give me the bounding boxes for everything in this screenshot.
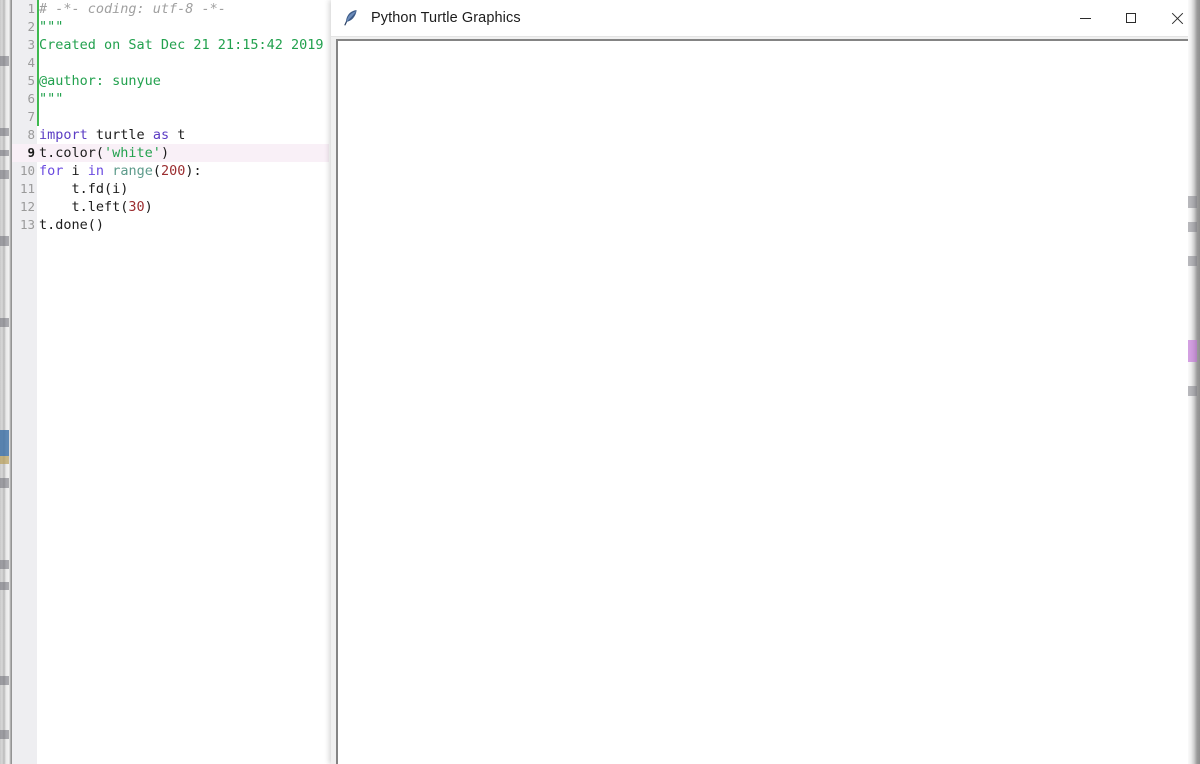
line-number: 5 xyxy=(27,73,35,88)
code-line[interactable]: 13 t.done() xyxy=(12,216,329,234)
line-number: 11 xyxy=(19,181,35,196)
code-line[interactable]: 2 """ xyxy=(12,18,329,36)
code-token: t.left( xyxy=(39,199,129,215)
code-token: turtle xyxy=(87,127,153,143)
maximize-icon xyxy=(1126,13,1136,23)
line-number: 7 xyxy=(27,109,35,124)
code-token: t.done() xyxy=(39,217,105,233)
code-line-text: """ xyxy=(39,18,63,36)
code-line[interactable]: 4 xyxy=(12,54,329,72)
turtle-canvas-frame xyxy=(336,39,1197,764)
code-token: Created on Sat Dec 21 21:15:42 2019 xyxy=(39,37,324,53)
code-token: @author: sunyue xyxy=(39,73,161,89)
code-line-text: t.color('white') xyxy=(39,144,169,162)
line-number: 6 xyxy=(27,91,35,106)
turtle-window-title: Python Turtle Graphics xyxy=(371,10,521,26)
code-line-text: Created on Sat Dec 21 21:15:42 2019 xyxy=(39,36,323,54)
line-number: 12 xyxy=(19,199,35,214)
code-line[interactable]: 8 import turtle as t xyxy=(12,126,329,144)
line-number: 1 xyxy=(27,1,35,16)
line-number: 3 xyxy=(27,37,35,52)
code-line[interactable]: 11 t.fd(i) xyxy=(12,180,329,198)
turtle-window-titlebar[interactable]: Python Turtle Graphics xyxy=(331,0,1200,37)
code-token: ) xyxy=(160,145,170,161)
turtle-drawing-canvas[interactable] xyxy=(338,41,1195,764)
code-token: ( xyxy=(152,163,161,179)
code-line-text: @author: sunyue xyxy=(39,72,161,90)
minimize-icon xyxy=(1079,17,1091,19)
code-line-text: t.fd(i) xyxy=(39,180,129,198)
screen-root: 1 # -*- coding: utf-8 -*- 2 """ 3 Created on … xyxy=(0,0,1200,764)
line-number: 10 xyxy=(19,163,35,178)
code-line-text: # -*- coding: utf-8 -*- xyxy=(39,0,226,18)
code-editor-body[interactable]: 1 # -*- coding: utf-8 -*- 2 """ 3 Created on … xyxy=(12,0,329,764)
code-token: in xyxy=(87,163,105,179)
window-controls xyxy=(1062,0,1200,36)
code-line-text: """ xyxy=(39,90,63,108)
code-line-text: for i in range(200): xyxy=(39,162,202,180)
code-token: for xyxy=(39,163,64,179)
right-occluded-window-strip[interactable] xyxy=(1188,0,1200,764)
line-number: 13 xyxy=(19,217,35,232)
code-token: ) xyxy=(144,199,153,215)
code-token: t.fd(i) xyxy=(39,181,129,197)
code-line-text: t.done() xyxy=(39,216,104,234)
code-token: ): xyxy=(185,163,202,179)
line-number: 4 xyxy=(27,55,35,70)
close-icon xyxy=(1171,12,1184,25)
python-turtle-graphics-window[interactable]: Python Turtle Graphics xyxy=(331,0,1200,764)
code-line[interactable]: 3 Created on Sat Dec 21 21:15:42 2019 xyxy=(12,36,329,54)
code-line[interactable]: 9 t.color('white') xyxy=(12,144,329,162)
code-line[interactable]: 1 # -*- coding: utf-8 -*- xyxy=(12,0,329,18)
code-token: i xyxy=(63,163,88,179)
code-token: range xyxy=(112,163,153,179)
code-token: 30 xyxy=(128,199,145,215)
code-token: 200 xyxy=(160,163,186,179)
code-token: # -*- coding: utf-8 -*- xyxy=(39,1,226,17)
maximize-button[interactable] xyxy=(1108,0,1154,36)
code-token: 'white' xyxy=(104,145,161,161)
code-text-area[interactable]: 1 # -*- coding: utf-8 -*- 2 """ 3 Created on … xyxy=(12,0,329,764)
line-number: 9 xyxy=(27,145,35,160)
line-number: 2 xyxy=(27,19,35,34)
code-line[interactable]: 10 for i in range(200): xyxy=(12,162,329,180)
code-token: t xyxy=(169,127,186,143)
code-token: import xyxy=(39,127,88,143)
code-line-text: import turtle as t xyxy=(39,126,185,144)
code-line[interactable]: 5 @author: sunyue xyxy=(12,72,329,90)
code-line[interactable]: 7 xyxy=(12,108,329,126)
feather-quill-icon xyxy=(340,7,362,29)
code-token: t.color( xyxy=(39,145,105,161)
code-token: """ xyxy=(39,91,64,107)
code-line-text: t.left(30) xyxy=(39,198,153,216)
code-token: as xyxy=(152,127,170,143)
code-line[interactable]: 6 """ xyxy=(12,90,329,108)
left-occluded-window-strip[interactable] xyxy=(0,0,12,764)
line-number: 8 xyxy=(27,127,35,142)
code-token: """ xyxy=(39,19,64,35)
minimize-button[interactable] xyxy=(1062,0,1108,36)
code-line[interactable]: 12 t.left(30) xyxy=(12,198,329,216)
